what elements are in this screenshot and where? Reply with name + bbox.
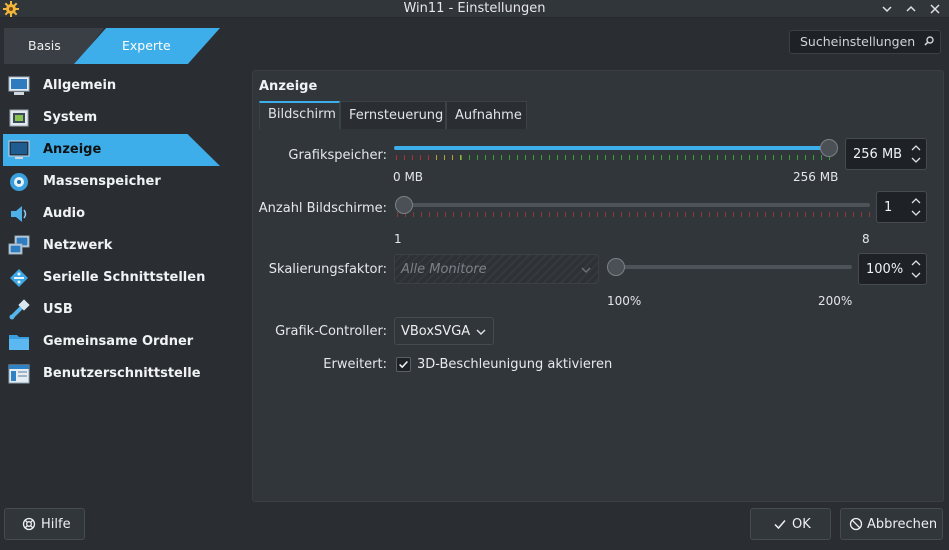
search-icon — [924, 36, 934, 46]
sidebar-item-label: Anzeige — [43, 142, 102, 157]
sidebar-item-netzwerk[interactable]: Netzwerk — [0, 230, 240, 262]
sidebar-item-seriell[interactable]: Serielle Schnittstellen — [0, 262, 240, 294]
sidebar-item-label: Serielle Schnittstellen — [43, 270, 206, 285]
video-memory-label: Grafikspeicher: — [288, 148, 387, 163]
monitor-general-icon — [8, 76, 30, 95]
sidebar-item-massenspeicher[interactable]: Massenspeicher — [0, 166, 240, 198]
mode-switcher: Basis Experte — [0, 28, 230, 64]
maximize-button[interactable] — [902, 0, 920, 18]
chevron-down-icon — [476, 329, 486, 335]
sidebar-item-label: Allgemein — [43, 78, 117, 93]
ok-button-label: OK — [792, 517, 811, 532]
video-memory-slider-fill — [394, 146, 830, 150]
spin-arrows-icon[interactable] — [910, 195, 922, 219]
graphics-controller-combo[interactable]: VBoxSVGA — [394, 317, 494, 345]
scaling-value: 100% — [866, 262, 904, 277]
monitor-count-min-label: 1 — [394, 232, 402, 246]
speaker-icon — [11, 206, 27, 222]
display-settings-panel: Anzeige Bildschirm Fernsteuerung Aufnahm… — [252, 70, 944, 502]
video-memory-value: 256 MB — [853, 147, 903, 162]
sidebar-item-label: Audio — [43, 206, 86, 221]
help-button-label: Hilfe — [41, 517, 71, 532]
sidebar-item-usb[interactable]: USB — [0, 294, 240, 326]
sidebar-item-anzeige[interactable]: Anzeige — [0, 134, 240, 166]
ui-window-icon — [8, 364, 30, 384]
settings-sidebar: Allgemein System Anzeige Massenspeicher … — [0, 70, 240, 390]
chip-icon — [9, 109, 29, 127]
graphics-controller-label: Grafik-Controller: — [275, 324, 387, 339]
minimize-button[interactable] — [878, 0, 896, 18]
monitor-count-ticks — [397, 212, 870, 217]
sidebar-item-label: Netzwerk — [43, 238, 113, 253]
folder-icon — [9, 335, 29, 350]
help-lifebuoy-icon — [22, 517, 36, 531]
3d-acceleration-checkbox[interactable] — [396, 357, 411, 372]
3d-acceleration-label[interactable]: 3D-Beschleunigung aktivieren — [417, 357, 612, 372]
sidebar-item-label: USB — [43, 302, 73, 317]
sidebar-item-allgemein[interactable]: Allgemein — [0, 70, 240, 102]
close-icon — [930, 4, 940, 14]
check-icon — [774, 520, 786, 530]
scaling-monitor-combo[interactable]: Alle Monitore — [394, 254, 599, 284]
cancel-button[interactable]: Abbrechen — [840, 508, 943, 540]
chevron-down-icon — [581, 267, 591, 273]
serial-port-icon — [10, 269, 28, 287]
tab-aufnahme[interactable]: Aufnahme — [446, 101, 527, 129]
search-label: Sucheinstellungen — [800, 34, 916, 49]
video-memory-max-label: 256 MB — [793, 170, 839, 184]
scaling-monitor-value: Alle Monitore — [401, 262, 487, 277]
mode-basic-label: Basis — [28, 38, 61, 53]
window-title: Win11 - Einstellungen — [403, 1, 546, 16]
spin-arrows-icon[interactable] — [910, 142, 922, 166]
sidebar-item-label: Massenspeicher — [43, 174, 161, 189]
close-button[interactable] — [926, 0, 944, 18]
monitor-count-spinbox[interactable]: 1 — [876, 191, 927, 223]
scaling-slider-handle[interactable] — [607, 258, 625, 276]
monitor-count-value: 1 — [884, 200, 893, 215]
monitor-count-label: Anzahl Bildschirme: — [258, 201, 387, 216]
help-button[interactable]: Hilfe — [4, 508, 85, 540]
scaling-min-label: 100% — [607, 294, 642, 308]
sidebar-item-audio[interactable]: Audio — [0, 198, 240, 230]
sidebar-item-gemeinsame-ordner[interactable]: Gemeinsame Ordner — [0, 326, 240, 358]
extended-label: Erweitert: — [323, 357, 387, 372]
title-bar: Win11 - Einstellungen — [0, 0, 949, 18]
cancel-icon — [849, 517, 863, 531]
monitor-count-slider-handle[interactable] — [395, 196, 413, 214]
video-memory-slider-handle[interactable] — [820, 139, 838, 157]
tab-bildschirm[interactable]: Bildschirm — [259, 101, 340, 129]
chevron-up-icon — [906, 5, 916, 12]
cancel-button-label: Abbrechen — [867, 517, 938, 532]
sidebar-item-label: System — [43, 110, 98, 125]
sidebar-item-system[interactable]: System — [0, 102, 240, 134]
sidebar-item-label: Gemeinsame Ordner — [43, 334, 194, 349]
video-memory-min-label: 0 MB — [393, 170, 424, 184]
video-memory-slider-track[interactable] — [394, 146, 830, 150]
monitor-count-max-label: 8 — [862, 232, 870, 246]
network-icon — [8, 235, 30, 255]
tab-fernsteuerung[interactable]: Fernsteuerung — [340, 101, 446, 129]
panel-title: Anzeige — [259, 79, 318, 94]
ok-button[interactable]: OK — [750, 508, 831, 540]
chevron-down-icon — [882, 6, 892, 13]
video-memory-ticks — [396, 155, 830, 160]
monitor-count-slider-track[interactable] — [395, 203, 870, 207]
scaling-max-label: 200% — [818, 294, 853, 308]
search-settings-input[interactable]: Sucheinstellungen — [789, 30, 941, 54]
video-memory-spinbox[interactable]: 256 MB — [845, 138, 927, 170]
display-icon — [8, 140, 30, 159]
spin-arrows-icon[interactable] — [910, 257, 922, 281]
mode-expert-label: Experte — [122, 38, 171, 53]
scaling-spinbox[interactable]: 100% — [858, 253, 927, 285]
scaling-slider-track[interactable] — [607, 265, 852, 269]
sidebar-item-benutzerschnittstelle[interactable]: Benutzerschnittstelle — [0, 358, 240, 390]
checkmark-icon — [399, 360, 408, 369]
usb-icon — [9, 299, 30, 320]
scaling-label: Skalierungsfaktor: — [268, 262, 387, 277]
graphics-controller-value: VBoxSVGA — [401, 324, 471, 339]
disk-icon — [10, 173, 28, 191]
sidebar-item-label: Benutzerschnittstelle — [43, 366, 201, 381]
